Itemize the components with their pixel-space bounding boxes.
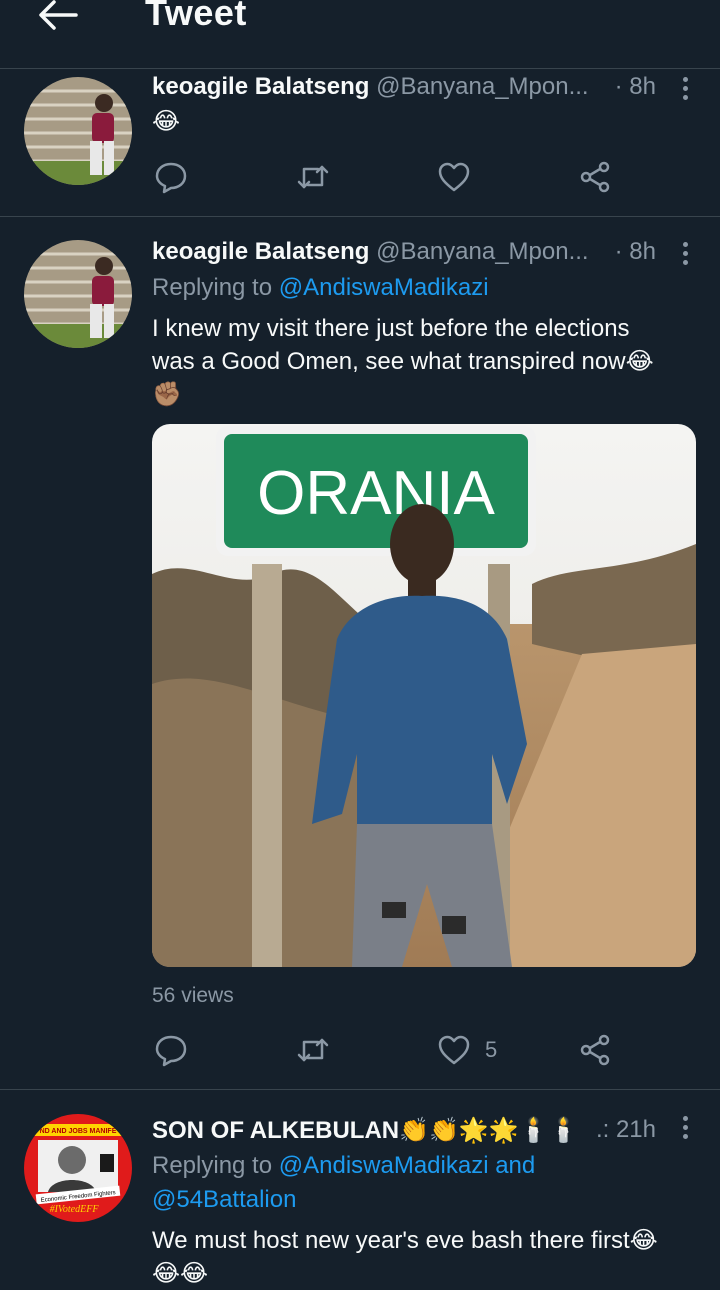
retweet-icon <box>297 165 329 189</box>
author-handle[interactable]: @Banyana_Mpon... <box>376 238 589 265</box>
reply-context: Replying to @AndiswaMadikazi <box>152 271 489 305</box>
retweet-icon <box>297 1038 329 1062</box>
tweet-text-line: We must host new year's eve bash there f… <box>152 1227 658 1254</box>
reply-button[interactable] <box>154 159 188 195</box>
more-options-icon[interactable] <box>680 242 690 268</box>
tweet-actions <box>152 159 622 195</box>
timestamp[interactable]: · 8h <box>615 73 656 101</box>
more-options-icon[interactable] <box>680 1116 690 1142</box>
like-button[interactable]: 5 <box>437 1032 497 1068</box>
reply-context: Replying to @AndiswaMadikazi and @54Batt… <box>152 1149 535 1217</box>
share-button[interactable] <box>578 159 612 195</box>
replying-to-label: Replying to <box>152 1152 273 1179</box>
tweet-text: 😂 <box>152 108 181 135</box>
tweet-text-line: I knew my visit there just before the el… <box>152 315 630 342</box>
avatar[interactable]: ND AND JOBS MANIFE Economic Freedom Figh… <box>24 1114 132 1222</box>
share-icon <box>580 1034 610 1066</box>
author-name[interactable]: SON OF ALKEBULAN👏👏🌟🌟🕯️🕯️ <box>152 1117 578 1144</box>
author-name[interactable]: keoagile Balatseng <box>152 73 369 100</box>
tweet-text: I knew my visit there just before the el… <box>152 312 692 411</box>
more-options-icon[interactable] <box>680 77 690 103</box>
share-button[interactable] <box>578 1032 612 1068</box>
heart-icon <box>438 1035 470 1065</box>
mention-link[interactable]: @54Battalion <box>152 1183 535 1217</box>
like-count: 5 <box>485 1037 498 1062</box>
reply-button[interactable] <box>154 1032 188 1068</box>
retweet-button[interactable] <box>296 1032 330 1068</box>
avatar-banner-text: ND AND JOBS MANIFE <box>40 1128 117 1135</box>
tweet[interactable]: keoagile Balatseng @Banyana_Mpon... · 8h… <box>0 69 720 217</box>
mention-link[interactable]: @AndiswaMadikazi and <box>279 1152 536 1179</box>
like-button[interactable] <box>437 159 471 195</box>
arrow-left-icon[interactable] <box>36 0 78 30</box>
tweet-text: We must host new year's eve bash there f… <box>152 1224 692 1290</box>
tweet-media[interactable]: ORANIA <box>152 424 696 967</box>
reply-icon <box>155 1035 187 1067</box>
avatar-hashtag-text: #IVotedEFF <box>50 1204 100 1215</box>
top-bar: Tweet <box>0 0 720 69</box>
share-icon <box>580 161 610 193</box>
avatar[interactable] <box>24 77 132 185</box>
tweet[interactable]: ND AND JOBS MANIFE Economic Freedom Figh… <box>0 1090 720 1287</box>
timestamp[interactable]: · 8h <box>615 238 656 266</box>
author-name[interactable]: keoagile Balatseng <box>152 238 369 265</box>
heart-icon <box>438 162 470 192</box>
page-title: Tweet <box>145 0 247 33</box>
retweet-button[interactable] <box>296 159 330 195</box>
tweet-text-line: 😂😂 <box>152 1260 209 1287</box>
replying-to-label: Replying to <box>152 274 273 301</box>
tweet-actions: 5 <box>152 1032 622 1068</box>
sign-text: ORANIA <box>257 459 495 528</box>
mention-link[interactable]: @AndiswaMadikazi <box>279 274 489 301</box>
tweet-text-line: was a Good Omen, see what transpired now… <box>152 348 654 375</box>
view-count: 56 views <box>152 984 234 1007</box>
author-handle[interactable]: @Banyana_Mpon... <box>376 73 589 100</box>
tweet-text-line: ✊🏽 <box>152 381 182 408</box>
reply-icon <box>155 162 187 194</box>
timestamp[interactable]: .: 21h <box>596 1116 656 1144</box>
avatar[interactable] <box>24 240 132 348</box>
